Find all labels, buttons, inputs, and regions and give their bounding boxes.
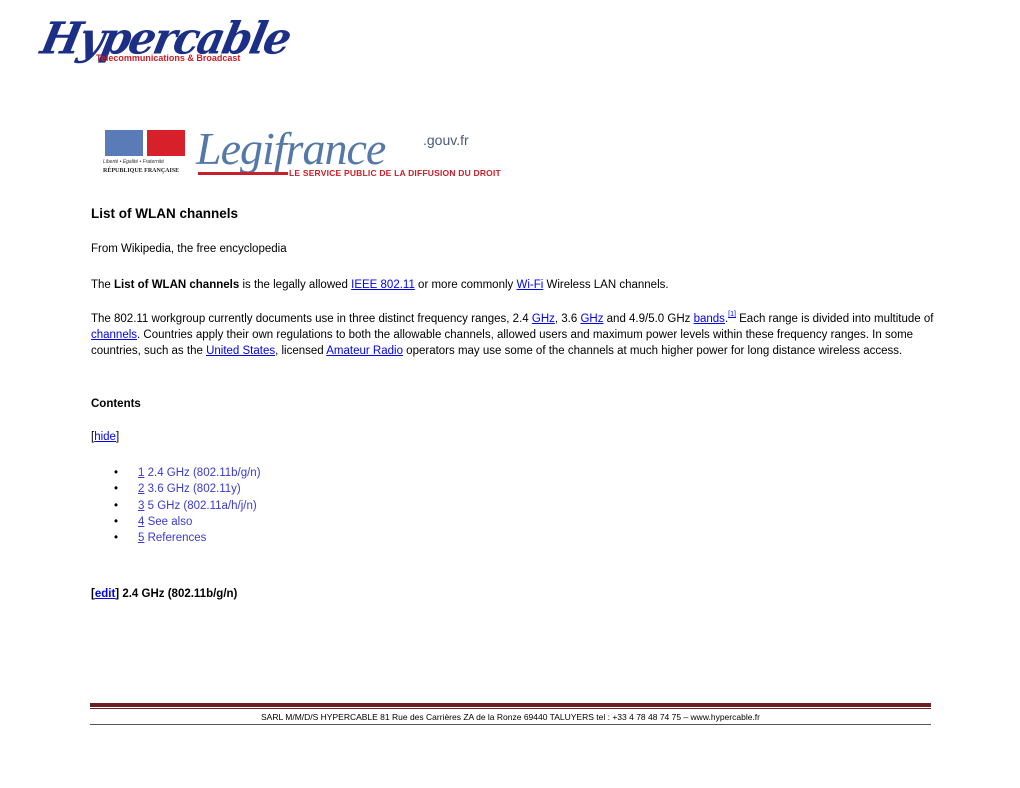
footer-divider-thick — [90, 703, 931, 707]
para-text: , 3.6 — [554, 313, 581, 325]
republic-motto: Liberté • Égalité • Fraternité — [103, 159, 165, 165]
para-text: operators may use some of the channels a… — [402, 345, 903, 357]
page-subtitle: From Wikipedia, the free encyclopedia — [91, 243, 287, 255]
link-wifi[interactable]: Wi-Fi — [516, 279, 543, 291]
footer-bottom-rule — [90, 724, 931, 725]
section-heading: [edit] 2.4 GHz (802.11b/g/n) — [91, 586, 237, 602]
para-text: and 4.9/5.0 GHz — [603, 313, 694, 325]
marianne-blue-icon — [105, 130, 143, 156]
toc-item[interactable]: • 1 2.4 GHz (802.11b/g/n) — [114, 465, 261, 481]
edit-section-link[interactable]: edit — [95, 588, 115, 600]
section-title: 2.4 GHz (802.11b/g/n) — [119, 588, 238, 600]
link-ghz-2[interactable]: GHz — [580, 313, 603, 325]
link-ghz-1[interactable]: GHz — [532, 313, 555, 325]
para-text: The 802.11 workgroup currently documents… — [91, 313, 532, 325]
toc-item-label[interactable]: 2.4 GHz (802.11b/g/n) — [144, 467, 261, 479]
legifrance-banner: Liberté • Égalité • Fraternité RÉPUBLIQU… — [103, 123, 501, 181]
intro-text: Wireless LAN channels. — [543, 279, 669, 291]
intro-paragraph: The List of WLAN channels is the legally… — [91, 277, 951, 293]
link-amateur-radio[interactable]: Amateur Radio — [326, 345, 403, 357]
toc-item[interactable]: • 2 3.6 GHz (802.11y) — [114, 481, 261, 497]
intro-text: The — [91, 279, 115, 291]
toc-item-label[interactable]: See also — [144, 516, 193, 528]
reference-link-1[interactable]: [1] — [728, 311, 736, 318]
toc-item-label[interactable]: 3.6 GHz (802.11y) — [144, 483, 241, 495]
link-ieee-80211[interactable]: IEEE 802.11 — [351, 279, 415, 291]
toc-item-label[interactable]: References — [144, 532, 207, 544]
footer-divider-thin — [90, 708, 931, 709]
toc-item[interactable]: • 4 See also — [114, 514, 261, 530]
hypercable-logo: Hypercable Telecommunications & Broadcas… — [37, 13, 295, 78]
hide-toc-link[interactable]: hide — [94, 431, 116, 443]
para-text: Each range is divided into multitude of — [735, 313, 934, 325]
toc-item-label[interactable]: 5 GHz (802.11a/h/j/n) — [144, 500, 257, 512]
contents-heading: Contents — [91, 398, 141, 410]
intro-text: is the legally allowed — [239, 279, 352, 291]
footer-address: SARL M/M/D/S HYPERCABLE 81 Rue des Carri… — [261, 712, 760, 722]
hypercable-logo-tagline: Telecommunications & Broadcast — [96, 53, 241, 63]
bullet-icon: • — [114, 515, 119, 528]
link-channels[interactable]: channels — [91, 329, 137, 341]
para-text: , licensed — [275, 345, 327, 357]
toc-toggle: [hide] — [91, 429, 119, 445]
republic-name: RÉPUBLIQUE FRANÇAISE — [103, 168, 180, 174]
marianne-red-icon — [147, 130, 185, 156]
body-paragraph: The 802.11 workgroup currently documents… — [91, 311, 936, 359]
toc-item[interactable]: • 3 5 GHz (802.11a/h/j/n) — [114, 498, 261, 514]
republique-francaise-logo: Liberté • Égalité • Fraternité RÉPUBLIQU… — [103, 128, 187, 181]
toc-item[interactable]: • 5 References — [114, 530, 261, 546]
legifrance-accent-bar — [198, 172, 288, 175]
table-of-contents: • 1 2.4 GHz (802.11b/g/n) • 2 3.6 GHz (802… — [114, 465, 261, 546]
bullet-icon: • — [114, 532, 119, 545]
bullet-icon: • — [114, 467, 119, 479]
link-bands[interactable]: bands — [694, 313, 725, 325]
bullet-icon: • — [114, 483, 119, 496]
legifrance-tagline: LE SERVICE PUBLIC DE LA DIFFUSION DU DRO… — [289, 168, 501, 178]
link-united-states[interactable]: United States — [206, 345, 275, 357]
legifrance-domain: .gouv.fr — [423, 132, 469, 148]
intro-bold-term: List of WLAN channels — [114, 279, 240, 291]
bullet-icon: • — [114, 499, 119, 512]
bracket: ] — [115, 431, 120, 443]
intro-text: or more commonly — [414, 279, 517, 291]
page-title: List of WLAN channels — [91, 206, 239, 221]
